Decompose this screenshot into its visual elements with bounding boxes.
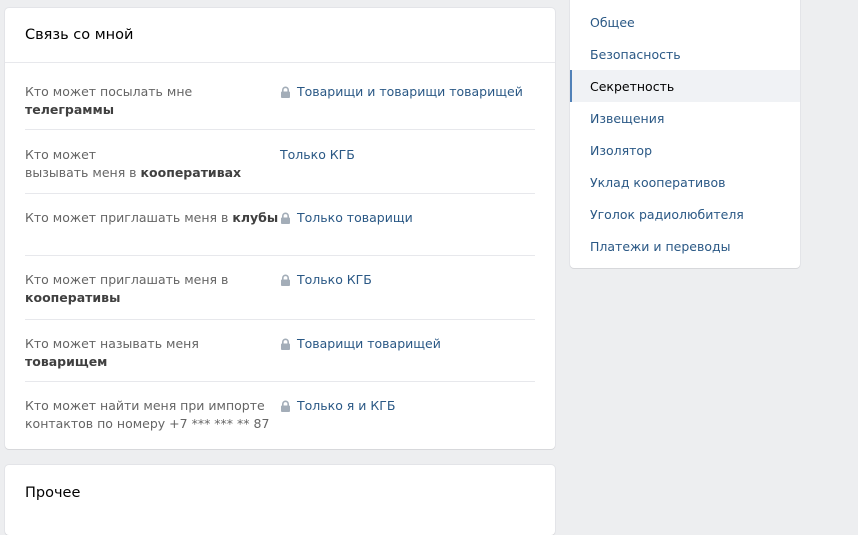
- setting-value-link[interactable]: Только КГБ: [280, 146, 355, 193]
- setting-value-link[interactable]: Только КГБ: [280, 271, 372, 319]
- setting-value-text: Только КГБ: [280, 147, 355, 162]
- settings-rows: Кто может посылать мне телеграммы Товарищ…: [5, 63, 555, 446]
- setting-value-text: Товарищи и товарищи товарищей: [297, 84, 523, 99]
- other-card-title: Прочее: [25, 484, 81, 501]
- privacy-setting-row: Кто может найти меня при импорте контакто…: [25, 382, 535, 446]
- privacy-setting-row: Кто может вызывать меня в кооперативах Тол…: [25, 130, 535, 194]
- contact-settings-card: Связь со мной Кто может посылать мне тел…: [5, 8, 555, 449]
- privacy-setting-row: Кто может приглашать меня в клубы Только …: [25, 194, 535, 256]
- menu-item[interactable]: Уголок радиолюбителя: [570, 198, 800, 230]
- menu-item[interactable]: Уклад кооперативов: [570, 166, 800, 198]
- lock-icon: [281, 338, 290, 350]
- setting-label: Кто может приглашать меня в кооперативы: [25, 272, 229, 305]
- privacy-setting-row: Кто может посылать мне телеграммы Товарищ…: [25, 63, 535, 130]
- setting-label-keyword: телеграммы: [25, 102, 115, 117]
- menu-item[interactable]: Платежи и переводы: [570, 230, 800, 262]
- setting-value-link[interactable]: Товарищи и товарищи товарищей: [280, 83, 523, 129]
- card-title: Связь со мной: [5, 8, 555, 63]
- setting-value-link[interactable]: Только товарищи: [280, 209, 413, 255]
- setting-label: Кто может посылать мне телеграммы: [25, 84, 193, 117]
- privacy-setting-row: Кто может приглашать меня в кооперативы То…: [25, 256, 535, 320]
- setting-label-keyword: кооперативы: [25, 290, 121, 305]
- lock-icon: [281, 274, 290, 286]
- menu-item[interactable]: Изолятор: [570, 134, 800, 166]
- setting-value-text: Только товарищи: [297, 210, 413, 225]
- menu-item[interactable]: Безопасность: [570, 38, 800, 70]
- privacy-setting-row: Кто может называть меня товарищем Товарищ…: [25, 320, 535, 382]
- menu-item[interactable]: Общее: [570, 6, 800, 38]
- setting-label: Кто может называть меня товарищем: [25, 336, 199, 369]
- setting-value-text: Только КГБ: [297, 272, 372, 287]
- setting-value-link[interactable]: Только я и КГБ: [280, 397, 395, 446]
- lock-icon: [281, 86, 290, 98]
- lock-icon: [281, 400, 290, 412]
- setting-value-text: Товарищи товарищей: [297, 336, 441, 351]
- other-settings-card: Прочее: [5, 465, 555, 535]
- setting-label: Кто может вызывать меня в кооперативах: [25, 147, 242, 180]
- setting-label: Кто может приглашать меня в клубы: [25, 210, 279, 225]
- menu-item[interactable]: Секретность: [570, 70, 800, 102]
- settings-side-menu: Общее Безопасность Секретность Извещения Изо…: [570, 0, 800, 268]
- setting-label-keyword: кооперативах: [140, 165, 242, 180]
- setting-label-keyword: клубы: [232, 210, 279, 225]
- menu-item[interactable]: Извещения: [570, 102, 800, 134]
- lock-icon: [281, 212, 290, 224]
- setting-value-text: Только я и КГБ: [297, 398, 396, 413]
- setting-label-keyword: товарищем: [25, 354, 108, 369]
- setting-value-link[interactable]: Товарищи товарищей: [280, 335, 441, 381]
- setting-label: Кто может найти меня при импорте контакто…: [25, 398, 270, 431]
